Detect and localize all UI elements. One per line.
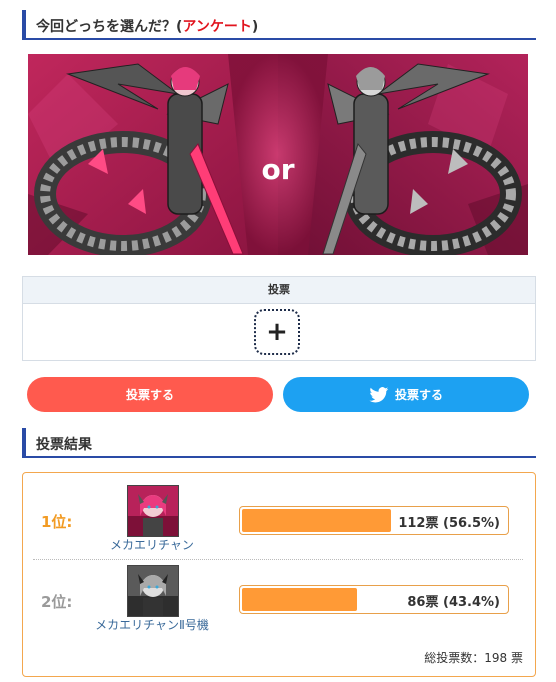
vote-bar: 86票 (43.4%) [239, 585, 509, 614]
result-row: 1位: メカエリチャン 112票 (56.5%) [23, 473, 535, 561]
plus-icon: + [266, 317, 288, 347]
twitter-bird-icon [369, 386, 389, 402]
survey-title: 今回どっちを選んだ？(アンケート) [36, 19, 259, 35]
add-vote-button[interactable]: + [254, 309, 300, 355]
avatar [127, 485, 179, 537]
results-heading: 投票結果 [22, 428, 536, 458]
vote-submit-button[interactable]: 投票する [27, 377, 273, 412]
vote-bar: 112票 (56.5%) [239, 506, 509, 535]
survey-heading: 今回どっちを選んだ？(アンケート) [22, 10, 536, 40]
vote-bar-fill [242, 509, 391, 532]
survey-title-accent: アンケート [182, 19, 252, 35]
rank-label: 2位: [41, 593, 73, 611]
total-votes: 総投票数：198 票 [424, 651, 523, 665]
candidate-name[interactable]: メカエリチャンⅡ号機 [72, 616, 232, 633]
rank-label: 1位: [41, 513, 73, 531]
candidate-name[interactable]: メカエリチャン [72, 536, 232, 553]
vote-panel-header: 投票 [23, 277, 535, 304]
banner-image: or [28, 54, 528, 255]
banner-or-text: or [261, 153, 294, 186]
results-panel: 1位: メカエリチャン 112票 (56.5%) 2位: メカエリチャンⅡ号機 … [22, 472, 536, 677]
results-title: 投票結果 [36, 437, 92, 453]
vote-submit-label: 投票する [125, 388, 174, 402]
twitter-vote-button[interactable]: 投票する [283, 377, 529, 412]
result-row: 2位: メカエリチャンⅡ号機 86票 (43.4%) [23, 553, 535, 641]
vote-count: 86票 (43.4%) [407, 595, 500, 610]
vote-bar-fill [242, 588, 357, 611]
vote-count: 112票 (56.5%) [398, 516, 500, 531]
avatar [127, 565, 179, 617]
twitter-vote-label: 投票する [394, 388, 443, 402]
vote-panel: 投票 + [22, 276, 536, 361]
